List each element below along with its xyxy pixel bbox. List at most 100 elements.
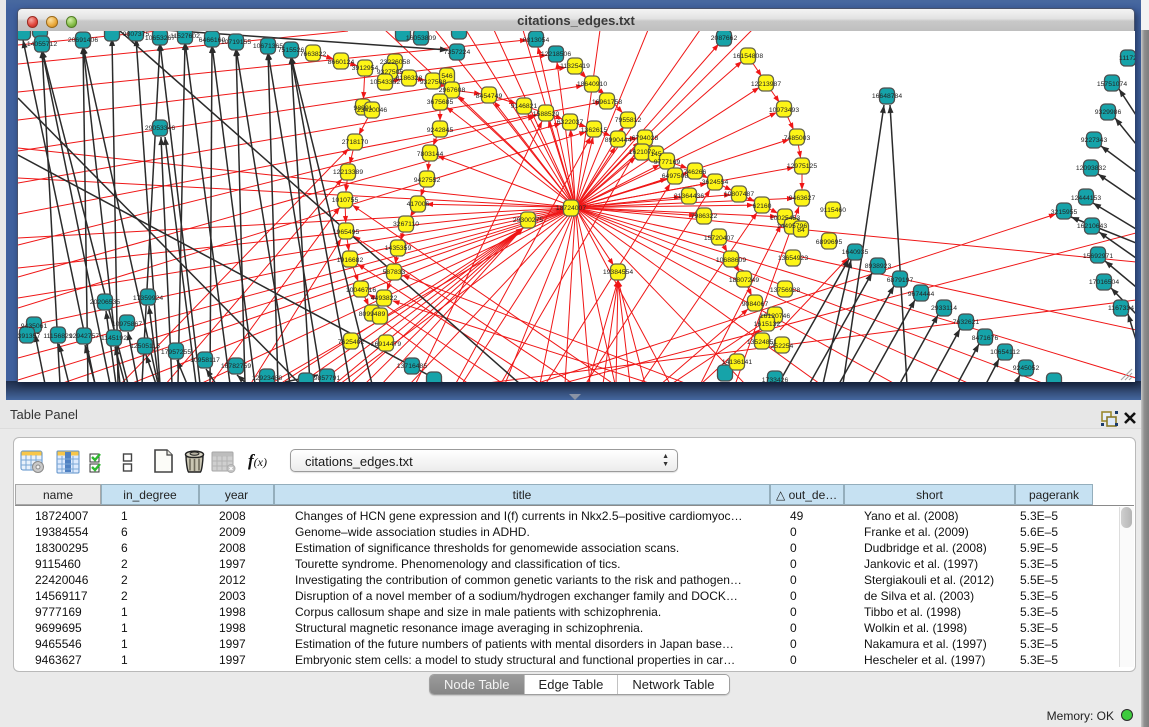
svg-text:6497508: 6497508 xyxy=(662,173,689,180)
svg-text:8099489: 8099489 xyxy=(359,311,386,318)
svg-text:7803144: 7803144 xyxy=(417,151,444,158)
svg-text:252254: 252254 xyxy=(771,343,794,350)
svg-text:10973493: 10973493 xyxy=(769,107,799,114)
svg-text:23420046: 23420046 xyxy=(357,107,387,114)
svg-text:18640910: 18640910 xyxy=(577,81,607,88)
svg-text:11325419: 11325419 xyxy=(560,63,590,70)
svg-text:1435359: 1435359 xyxy=(385,245,412,252)
svg-text:16053809: 16053809 xyxy=(406,35,436,42)
svg-text:16648784: 16648784 xyxy=(872,93,902,100)
svg-text:7625402: 7625402 xyxy=(338,339,365,346)
svg-text:9857791: 9857791 xyxy=(314,375,341,382)
svg-text:1965495: 1965495 xyxy=(333,229,360,236)
svg-text:12975125: 12975125 xyxy=(787,163,817,170)
svg-text:20691406: 20691406 xyxy=(68,37,98,44)
svg-text:8660124: 8660124 xyxy=(328,59,355,66)
svg-text:8454749: 8454749 xyxy=(476,93,503,100)
svg-text:1391357: 1391357 xyxy=(18,333,40,340)
svg-text:9327508: 9327508 xyxy=(420,79,447,86)
svg-text:1640935: 1640935 xyxy=(842,249,869,256)
svg-text:16782759: 16782759 xyxy=(221,363,251,370)
svg-text:14055712: 14055712 xyxy=(27,41,57,48)
svg-text:10807487: 10807487 xyxy=(724,191,754,198)
svg-text:7632621: 7632621 xyxy=(953,319,980,326)
svg-text:1010755: 1010755 xyxy=(332,197,359,204)
svg-text:12505115: 12505115 xyxy=(130,343,160,350)
svg-text:17359924: 17359924 xyxy=(133,295,163,302)
svg-text:6794028: 6794028 xyxy=(632,135,659,142)
svg-text:18807249: 18807249 xyxy=(729,277,759,284)
svg-text:8938923: 8938923 xyxy=(865,263,892,270)
svg-text:9227343: 9227343 xyxy=(1081,137,1108,144)
svg-text:17957255: 17957255 xyxy=(161,349,191,356)
svg-text:1145192: 1145192 xyxy=(101,335,127,342)
svg-text:417006: 417006 xyxy=(407,201,430,208)
svg-text:15692971: 15692971 xyxy=(1083,253,1113,260)
svg-text:29300275: 29300275 xyxy=(513,217,543,224)
svg-text:2087662: 2087662 xyxy=(711,35,738,42)
svg-text:16961758: 16961758 xyxy=(592,99,622,106)
svg-text:29053346: 29053346 xyxy=(145,125,175,132)
svg-text:3624554: 3624554 xyxy=(702,179,729,186)
svg-text:13716485: 13716485 xyxy=(397,363,427,370)
svg-text:9115460: 9115460 xyxy=(820,207,846,214)
svg-text:6879197: 6879197 xyxy=(887,277,914,284)
svg-text:15720407: 15720407 xyxy=(704,235,734,242)
svg-text:10688609: 10688609 xyxy=(716,257,746,264)
svg-text:7357224: 7357224 xyxy=(444,49,471,56)
svg-text:17016504: 17016504 xyxy=(1089,279,1119,286)
svg-text:145: 145 xyxy=(650,151,662,158)
svg-text:13654923: 13654923 xyxy=(778,255,808,262)
svg-text:7955812: 7955812 xyxy=(615,117,642,124)
svg-text:9777169: 9777169 xyxy=(654,159,681,166)
svg-text:12444153: 12444153 xyxy=(1071,195,1101,202)
svg-text:21364436: 21364436 xyxy=(674,193,704,200)
svg-text:10046716: 10046716 xyxy=(346,287,376,294)
svg-text:9084067: 9084067 xyxy=(742,301,769,308)
svg-text:9463627: 9463627 xyxy=(789,195,816,202)
svg-text:9435061: 9435061 xyxy=(21,323,48,330)
svg-text:20206535: 20206535 xyxy=(90,299,120,306)
svg-text:6899695: 6899695 xyxy=(816,239,843,246)
svg-text:16120746: 16120746 xyxy=(760,313,790,320)
svg-text:12923488: 12923488 xyxy=(252,375,282,382)
svg-text:8186328: 8186328 xyxy=(396,75,423,82)
svg-text:7986322: 7986322 xyxy=(691,213,718,220)
svg-text:8813054: 8813054 xyxy=(523,37,550,44)
svg-text:12213987: 12213987 xyxy=(751,81,781,88)
svg-text:9329986: 9329986 xyxy=(1095,109,1122,116)
svg-text:3912954: 3912954 xyxy=(352,65,379,72)
svg-text:16210643: 16210643 xyxy=(1077,223,1107,230)
svg-text:1362615: 1362615 xyxy=(581,127,608,134)
svg-text:1588520: 1588520 xyxy=(533,111,560,118)
svg-text:1733426: 1733426 xyxy=(762,377,789,382)
svg-text:1167334: 1167334 xyxy=(1108,305,1134,312)
svg-text:15751074: 15751074 xyxy=(1097,81,1127,88)
svg-text:1615132: 1615132 xyxy=(754,321,781,328)
svg-text:546: 546 xyxy=(441,73,453,80)
svg-text:19384554: 19384554 xyxy=(603,269,633,276)
svg-text:9242845: 9242845 xyxy=(427,127,454,134)
svg-text:6322037: 6322037 xyxy=(557,119,584,126)
svg-text:2718170: 2718170 xyxy=(342,139,369,146)
svg-text:4493822: 4493822 xyxy=(371,295,398,302)
svg-text:12218506: 12218506 xyxy=(541,51,571,58)
svg-text:62160: 62160 xyxy=(753,203,772,210)
svg-text:3675685: 3675685 xyxy=(427,99,454,106)
svg-text:10719155: 10719155 xyxy=(221,39,251,46)
svg-text:11527602: 11527602 xyxy=(170,33,200,40)
svg-text:9674444: 9674444 xyxy=(908,291,935,298)
svg-text:13756928: 13756928 xyxy=(770,287,800,294)
svg-text:3215955: 3215955 xyxy=(1051,209,1078,216)
svg-text:2933114: 2933114 xyxy=(931,305,957,312)
svg-text:14136141: 14136141 xyxy=(722,359,752,366)
svg-text:23226058: 23226058 xyxy=(380,59,410,66)
svg-text:7663822: 7663822 xyxy=(300,51,327,58)
svg-text:10958117: 10958117 xyxy=(190,357,220,364)
svg-text:9427552: 9427552 xyxy=(414,177,441,184)
svg-text:9146821: 9146821 xyxy=(511,103,538,110)
svg-text:16154808: 16154808 xyxy=(733,53,763,60)
svg-text:10975867: 10975867 xyxy=(112,321,142,328)
svg-text:16914479: 16914479 xyxy=(371,341,401,348)
svg-text:2967608: 2967608 xyxy=(439,87,466,94)
